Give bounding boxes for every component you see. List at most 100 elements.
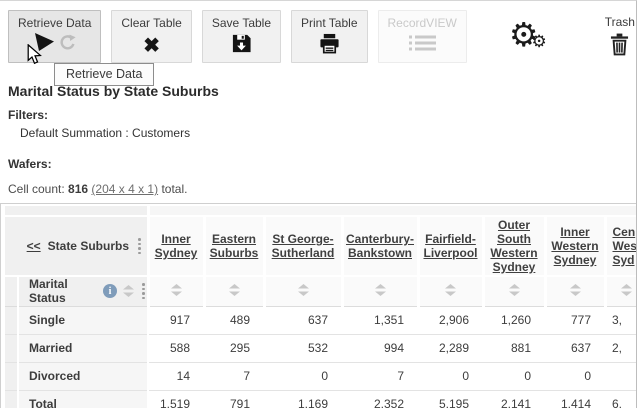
cell[interactable]: 1,519	[148, 390, 204, 408]
clear-table-label: Clear Table	[121, 16, 181, 30]
cell[interactable]: 14	[148, 362, 204, 390]
record-list-icon	[409, 35, 436, 56]
trash-button[interactable]: Trash	[605, 10, 635, 61]
cell[interactable]: 1,414	[545, 390, 605, 408]
play-icon	[34, 33, 55, 57]
sort-icon-col-1[interactable]	[148, 276, 204, 306]
row-label-married[interactable]: Married	[18, 334, 148, 362]
sort-icon-col-5[interactable]	[418, 276, 483, 306]
column-header-row: << State Suburbs Inner Sydney Eastern Su…	[5, 216, 637, 276]
cell-count: Cell count: 816 (204 x 4 x 1) total.	[8, 182, 636, 196]
column-header-st-george-sutherland[interactable]: St George-Sutherland	[264, 216, 342, 276]
column-dimension-label: State Suburbs	[48, 239, 129, 253]
cell[interactable]: 0	[483, 362, 545, 390]
cell[interactable]: 295	[204, 334, 264, 362]
sort-icon-col-3[interactable]	[264, 276, 342, 306]
cell[interactable]: 2,352	[342, 390, 418, 408]
cell[interactable]: 0	[545, 362, 605, 390]
cell-clipped[interactable]: 2,	[605, 334, 637, 362]
column-header-inner-western-sydney[interactable]: Inner Western Sydney	[545, 216, 605, 276]
wafers-label: Wafers:	[8, 157, 636, 171]
print-table-button[interactable]: Print Table	[291, 10, 367, 63]
sort-icon-col-7[interactable]	[545, 276, 605, 306]
cell[interactable]: 7	[204, 362, 264, 390]
settings-gears-icon[interactable]: ⚙⚙	[509, 18, 547, 51]
info-icon[interactable]: i	[103, 284, 117, 298]
row-menu-kebab-icon[interactable]	[140, 283, 147, 299]
cell-count-value: 816	[68, 182, 88, 196]
toolbar: Retrieve Data Clear Table ✖ Save Table	[0, 1, 636, 63]
sort-icon-col-8[interactable]	[605, 276, 637, 306]
cell-count-link[interactable]: (204 x 4 x 1)	[91, 182, 158, 196]
column-menu-kebab-icon[interactable]	[136, 238, 143, 254]
cell[interactable]: 0	[264, 362, 342, 390]
retrieve-data-button[interactable]: Retrieve Data	[8, 10, 101, 63]
sort-row: Marital Status i	[5, 276, 637, 306]
cell[interactable]: 588	[148, 334, 204, 362]
cell[interactable]: 1,351	[342, 306, 418, 334]
table-row-single: Single 917 489 637 1,351 2,906 1,260 777…	[5, 306, 637, 334]
trash-label: Trash	[605, 15, 635, 29]
clear-table-button[interactable]: Clear Table ✖	[111, 10, 191, 63]
row-label-single[interactable]: Single	[18, 306, 148, 334]
cell[interactable]: 0	[418, 362, 483, 390]
cell[interactable]: 5,195	[418, 390, 483, 408]
retrieve-data-label: Retrieve Data	[18, 16, 91, 30]
table-row-divorced: Divorced 14 7 0 7 0 0 0	[5, 362, 637, 390]
cell-clipped[interactable]	[605, 362, 637, 390]
save-table-button[interactable]: Save Table	[202, 10, 281, 63]
column-header-eastern-suburbs[interactable]: Eastern Suburbs	[204, 216, 264, 276]
sort-icon-col-2[interactable]	[204, 276, 264, 306]
cell[interactable]: 1,169	[264, 390, 342, 408]
column-header-canterbury-bankstown[interactable]: Canterbury-Bankstown	[342, 216, 418, 276]
cell-clipped[interactable]: 3,	[605, 306, 637, 334]
corner-header: << State Suburbs	[5, 216, 148, 276]
cell[interactable]: 489	[204, 306, 264, 334]
sort-icon[interactable]	[123, 285, 134, 297]
cell[interactable]: 881	[483, 334, 545, 362]
trash-icon	[610, 33, 629, 61]
tooltip: Retrieve Data	[54, 63, 154, 86]
cell[interactable]: 532	[264, 334, 342, 362]
spacer-row	[5, 206, 637, 216]
cell[interactable]: 791	[204, 390, 264, 408]
cell-clipped[interactable]: 6,	[605, 390, 637, 408]
table-row-married: Married 588 295 532 994 2,289 881 637 2,	[5, 334, 637, 362]
save-icon	[231, 33, 252, 59]
filters-label: Filters:	[8, 108, 636, 122]
cell[interactable]: 7	[342, 362, 418, 390]
column-header-outer-south-western-sydney[interactable]: Outer South Western Sydney	[483, 216, 545, 276]
table-row-total: Total 1,519 791 1,169 2,352 5,195 2,141 …	[5, 390, 637, 408]
row-gutter	[5, 390, 18, 408]
cell[interactable]: 777	[545, 306, 605, 334]
column-header-central-western-sydney[interactable]: Cen Wes Syd	[605, 216, 637, 276]
cell[interactable]: 2,289	[418, 334, 483, 362]
row-label-total[interactable]: Total	[18, 390, 148, 408]
cell[interactable]: 2,141	[483, 390, 545, 408]
cell[interactable]: 2,906	[418, 306, 483, 334]
cell[interactable]: 637	[545, 334, 605, 362]
collapse-columns-link[interactable]: <<	[27, 239, 41, 253]
sort-icon-col-4[interactable]	[342, 276, 418, 306]
row-gutter	[5, 334, 18, 362]
row-label-divorced[interactable]: Divorced	[18, 362, 148, 390]
row-gutter	[5, 276, 18, 306]
recordview-label: RecordVIEW	[388, 16, 457, 30]
filter-value: Default Summation : Customers	[20, 126, 636, 140]
data-table: << State Suburbs Inner Sydney Eastern Su…	[5, 206, 637, 408]
application-window: Retrieve Data Clear Table ✖ Save Table	[0, 0, 637, 408]
cell[interactable]: 917	[148, 306, 204, 334]
row-dimension-header: Marital Status i	[18, 276, 148, 306]
cell[interactable]: 637	[264, 306, 342, 334]
row-dimension-label: Marital Status	[29, 277, 97, 305]
column-header-fairfield-liverpool[interactable]: Fairfield-Liverpool	[418, 216, 483, 276]
cell[interactable]: 994	[342, 334, 418, 362]
column-header-inner-sydney[interactable]: Inner Sydney	[148, 216, 204, 276]
tooltip-text: Retrieve Data	[66, 67, 142, 81]
row-gutter	[5, 362, 18, 390]
recordview-button: RecordVIEW	[378, 10, 467, 63]
row-gutter	[5, 306, 18, 334]
sort-icon-col-6[interactable]	[483, 276, 545, 306]
save-table-label: Save Table	[212, 16, 271, 30]
cell[interactable]: 1,260	[483, 306, 545, 334]
